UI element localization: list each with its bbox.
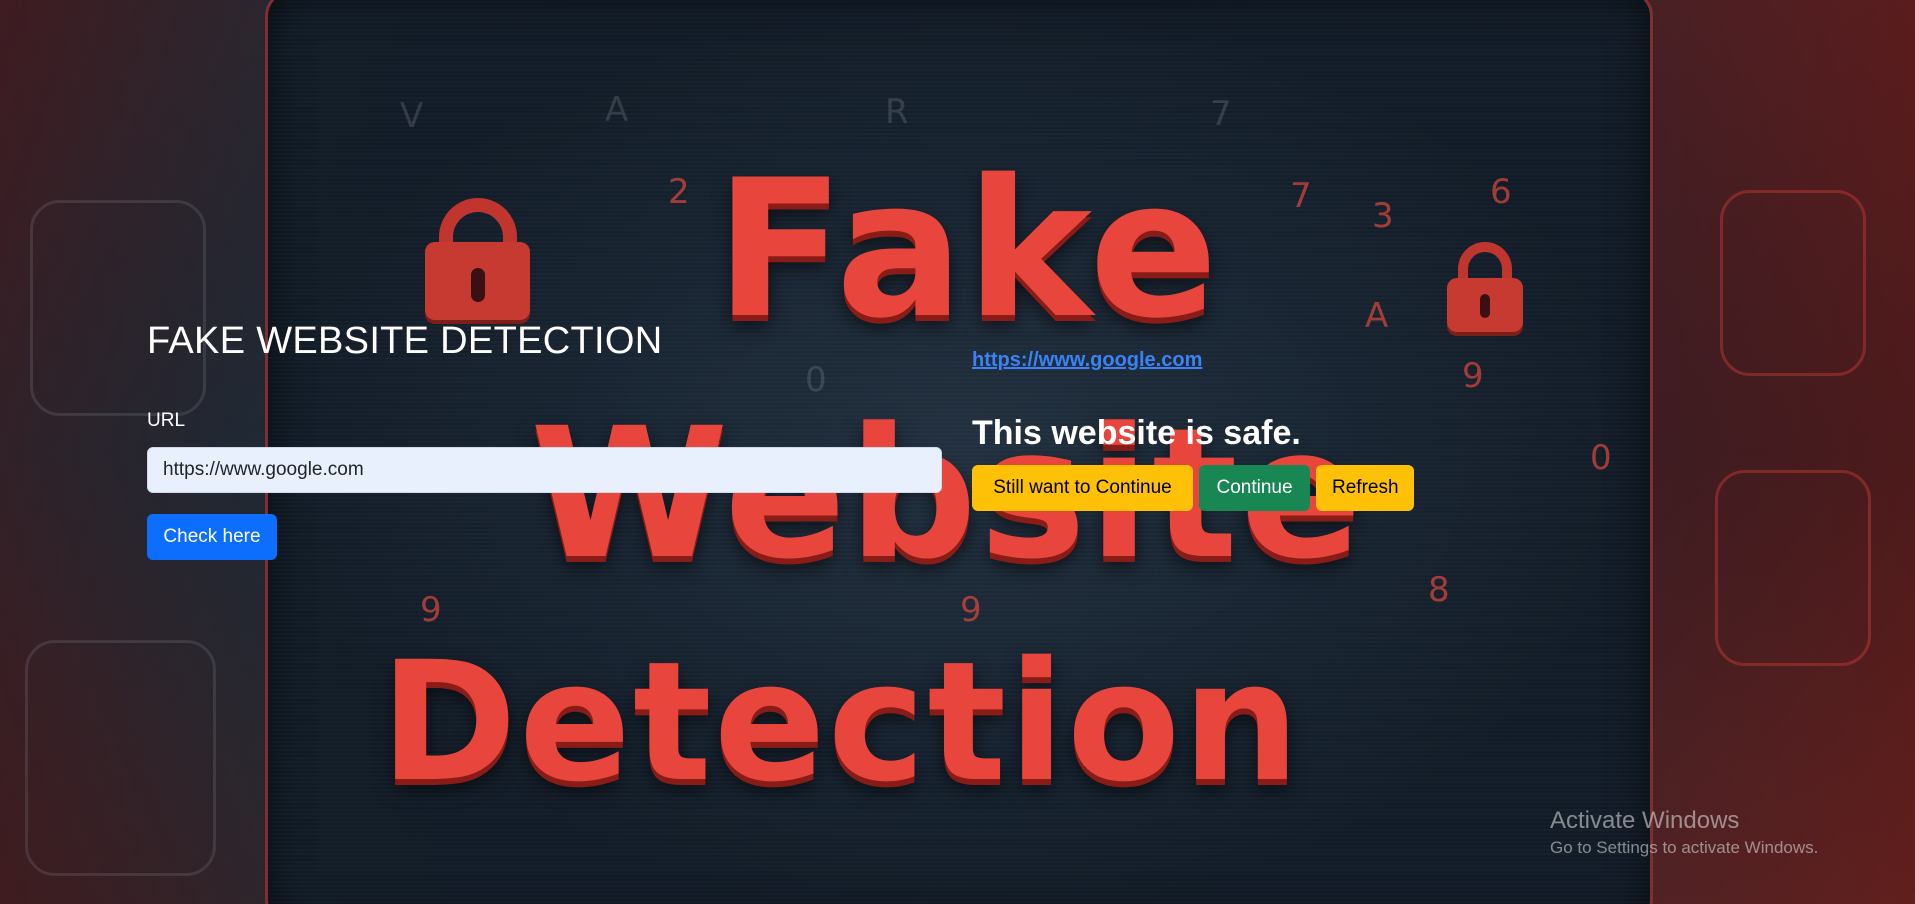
background-digit-glyph: 7: [1290, 176, 1312, 216]
background-digit-glyph: 3: [1372, 196, 1394, 236]
background-digit-glyph: 6: [1490, 172, 1512, 212]
background-right-panel: [1645, 0, 1915, 904]
page-title: FAKE WEBSITE DETECTION: [147, 320, 663, 362]
background-lock-outline: [25, 640, 216, 876]
refresh-button[interactable]: Refresh: [1316, 465, 1414, 511]
background-digit-glyph: R: [885, 92, 909, 132]
url-label: URL: [147, 410, 186, 431]
still-want-to-continue-button[interactable]: Still want to Continue: [972, 465, 1193, 511]
result-url-link[interactable]: https://www.google.com: [972, 349, 1202, 372]
background-digit-glyph: 9: [1462, 356, 1484, 396]
red-lock-icon: [425, 198, 530, 320]
page: 2 7 3 6 A 9 0 8 9 9 V A R 7 0 Fake Websi…: [0, 0, 1915, 904]
url-input[interactable]: [147, 447, 942, 493]
result-message: This website is safe.: [972, 414, 1301, 452]
background-lock-outline: [30, 200, 206, 416]
red-lock-icon: [1447, 242, 1523, 332]
background-lock-outline: [1720, 190, 1866, 376]
background-digit-glyph: A: [605, 90, 629, 130]
background-digit-glyph: 2: [668, 172, 690, 212]
background-headline-word: Fake: [715, 139, 1220, 360]
background-digit-glyph: 8: [1428, 570, 1450, 610]
check-here-button[interactable]: Check here: [147, 514, 277, 560]
background-digit-glyph: A: [1365, 296, 1389, 336]
background-headline-word: Detection: [380, 626, 1302, 818]
background-digit-glyph: 0: [1590, 438, 1612, 478]
background-digit-glyph: V: [400, 96, 424, 136]
background-digit-glyph: 9: [420, 590, 442, 630]
continue-button[interactable]: Continue: [1199, 465, 1310, 511]
background-lock-outline: [1715, 470, 1871, 666]
background-digit-glyph: 7: [1210, 94, 1232, 134]
